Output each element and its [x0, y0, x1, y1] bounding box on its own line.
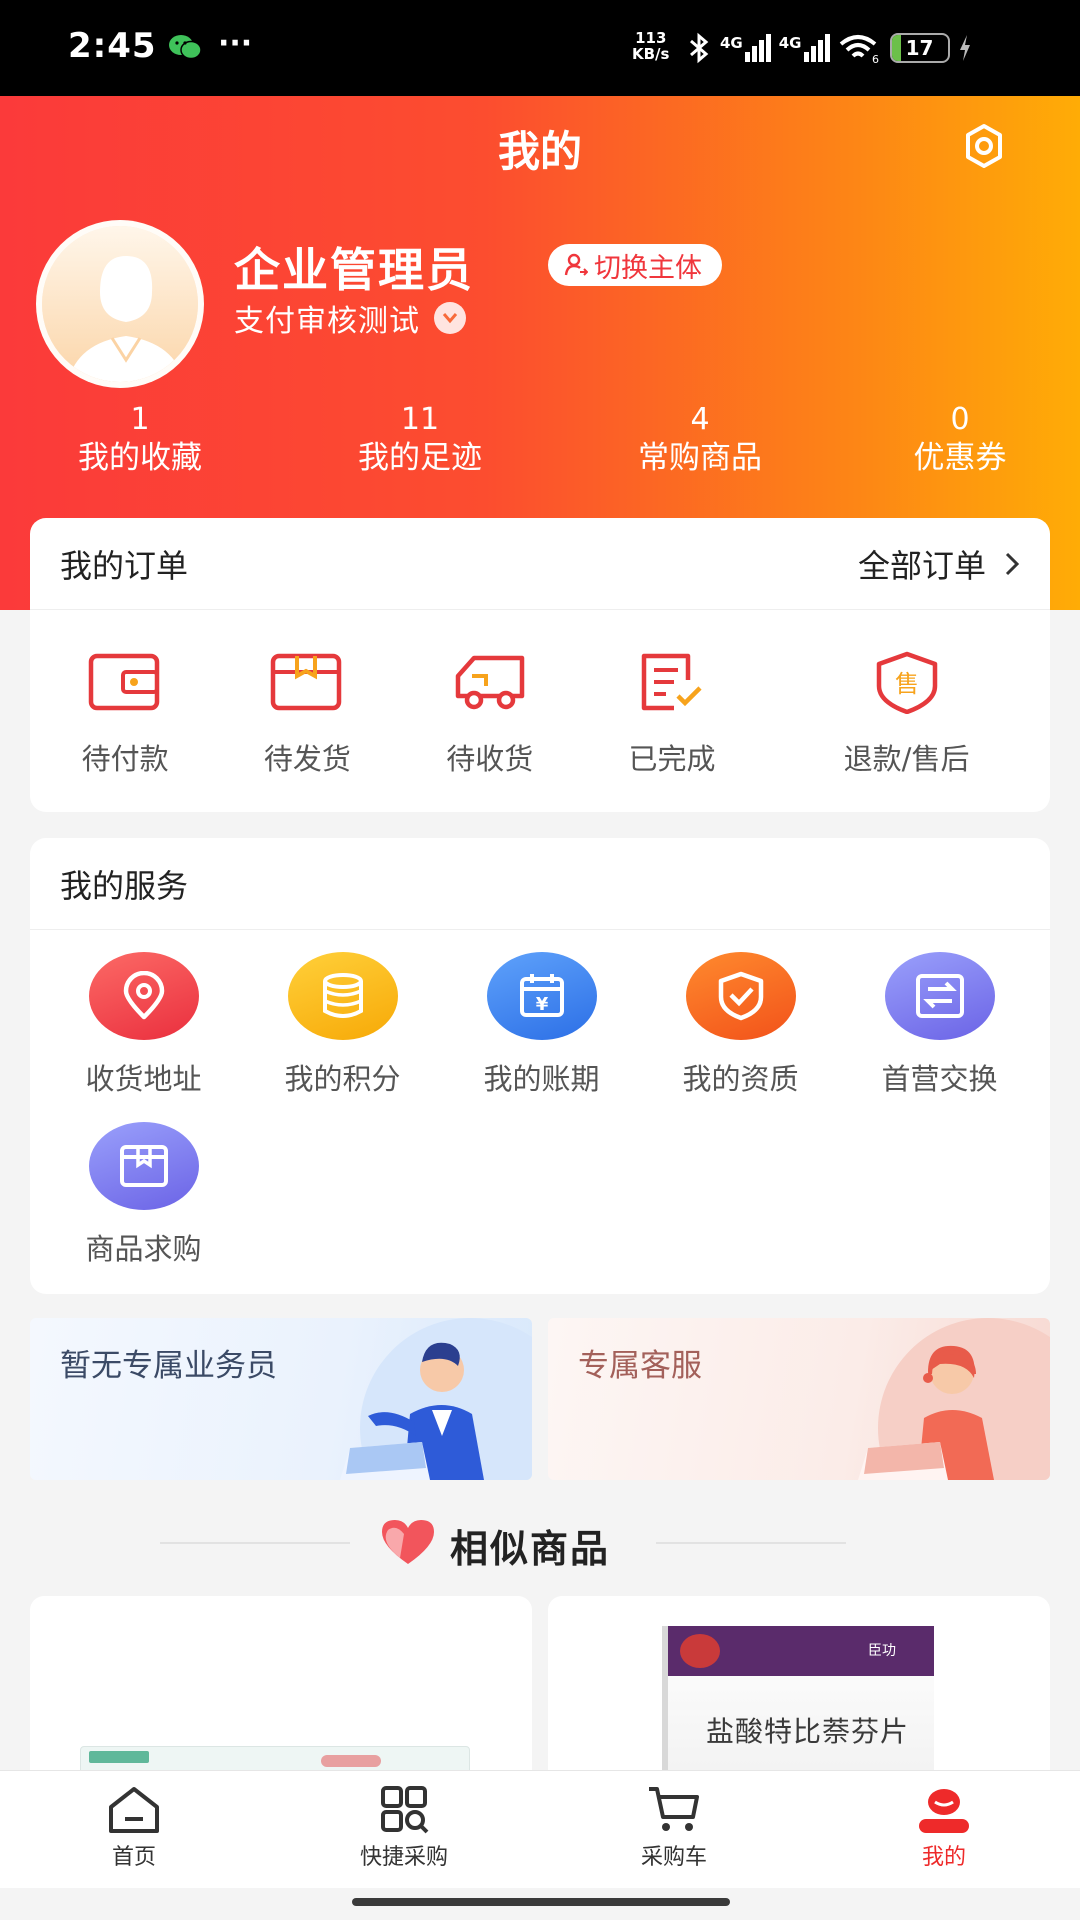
- chevron-right-icon: [1005, 552, 1020, 575]
- battery-icon: 17: [889, 33, 950, 63]
- service-icon-bg: [884, 952, 995, 1040]
- service-first-business-exchange[interactable]: 首营交换: [840, 930, 1039, 1100]
- signal-2-icon: 4G: [779, 34, 830, 62]
- orders-header: 我的订单 全部订单: [30, 518, 1050, 610]
- box-icon: [119, 1145, 168, 1187]
- services-title: 我的服务: [60, 866, 189, 905]
- tab-profile[interactable]: 我的: [844, 1771, 1044, 1889]
- more-notifications-icon: ···: [218, 26, 253, 61]
- gear-icon[interactable]: [958, 120, 1010, 172]
- svg-text:售: 售: [895, 670, 919, 698]
- network-speed: 113 KB/s: [632, 29, 670, 63]
- username: 企业管理员: [234, 243, 474, 297]
- truck-icon: [455, 655, 524, 710]
- default-avatar-icon: [42, 226, 198, 382]
- product-card[interactable]: 臣功 盐酸特比萘芬片: [548, 1596, 1050, 1796]
- order-pending-shipment[interactable]: 待发货: [216, 610, 398, 778]
- salesman-text: 暂无专属业务员: [60, 1348, 277, 1384]
- stats-row: 1 我的收藏 11 我的足迹 4 常购商品 0 优惠券: [0, 402, 1080, 482]
- coins-icon: [322, 973, 363, 1018]
- service-icon-bg: [685, 952, 796, 1040]
- orders-card: 我的订单 全部订单 待付款 待发货 待收货 已完成 售 退款/售后: [30, 518, 1050, 812]
- order-completed[interactable]: 已完成: [581, 610, 763, 778]
- package-icon: [271, 653, 342, 711]
- service-shipping-address[interactable]: 收货地址: [44, 930, 243, 1100]
- wallet-icon: [88, 653, 160, 711]
- svg-text:¥: ¥: [535, 994, 548, 1015]
- chevron-down-icon: [434, 302, 466, 334]
- cart-icon: [649, 1787, 699, 1831]
- divider-right: [656, 1542, 846, 1544]
- customer-service-text: 专属客服: [578, 1348, 702, 1384]
- signal-1-icon: 4G: [720, 34, 771, 62]
- order-refund-after-sales[interactable]: 售 退款/售后: [763, 610, 1050, 778]
- services-card: 我的服务 收货地址 我的积分 ¥ 我的账期 我的资质 首营交换 商品求购: [30, 838, 1050, 1294]
- bluetooth-icon: [690, 32, 709, 64]
- product-card[interactable]: [30, 1596, 532, 1796]
- home-icon: [109, 1787, 159, 1833]
- switch-entity-button[interactable]: 切换主体: [548, 244, 722, 286]
- heart-icon: [382, 1520, 434, 1564]
- order-pending-payment[interactable]: 待付款: [34, 610, 216, 778]
- status-icons: 4G 4G 6 17: [686, 30, 972, 66]
- customer-service-banner[interactable]: 专属客服: [548, 1318, 1050, 1480]
- after-sales-icon: 售: [876, 651, 937, 714]
- shield-check-icon: [718, 971, 763, 1021]
- company-name: 支付审核测试: [234, 304, 420, 339]
- product-name: 盐酸特比萘芬片: [706, 1715, 910, 1748]
- user-switch-icon: [564, 253, 588, 276]
- calendar-yen-icon: ¥: [519, 974, 564, 1017]
- all-orders-link[interactable]: 全部订单: [858, 541, 1020, 587]
- wifi-icon: 6: [839, 35, 879, 64]
- tab-home[interactable]: 首页: [34, 1771, 234, 1889]
- service-icon-bg: [287, 952, 398, 1040]
- service-product-request[interactable]: 商品求购: [44, 1100, 243, 1270]
- stat-favorites[interactable]: 1 我的收藏: [30, 402, 250, 478]
- product-brand: 臣功: [868, 1643, 896, 1659]
- service-my-qualification[interactable]: 我的资质: [641, 930, 840, 1100]
- services-header: 我的服务: [30, 838, 1050, 930]
- svg-text:6: 6: [872, 53, 879, 64]
- page-title: 我的: [497, 127, 582, 176]
- stat-coupons[interactable]: 0 优惠券: [850, 402, 1070, 478]
- similar-products-title: 相似商品: [450, 1527, 611, 1571]
- profile-icon: [919, 1789, 969, 1833]
- bottom-tab-bar: 首页 快捷采购 采购车 我的: [0, 1770, 1080, 1888]
- stat-frequent-products[interactable]: 4 常购商品: [590, 402, 810, 478]
- wechat-icon: [169, 35, 202, 60]
- service-icon-bg: [88, 1122, 199, 1210]
- orders-title: 我的订单: [60, 546, 189, 585]
- charging-icon: [959, 35, 970, 61]
- similar-products-section: 相似商品: [0, 1512, 1080, 1572]
- tab-quick-purchase[interactable]: 快捷采购: [304, 1771, 504, 1889]
- service-icon-bg: ¥: [486, 952, 597, 1040]
- divider-left: [160, 1542, 350, 1544]
- status-time: 2:45: [68, 26, 157, 66]
- service-icon-bg: [88, 952, 199, 1040]
- quick-purchase-icon: [381, 1786, 429, 1834]
- location-pin-icon: [123, 971, 164, 1020]
- brand-logo-icon: [680, 1634, 720, 1668]
- avatar[interactable]: [36, 220, 204, 388]
- order-pending-receipt[interactable]: 待收货: [399, 610, 581, 778]
- service-my-billing-period[interactable]: ¥ 我的账期: [442, 930, 641, 1100]
- salesman-illustration: [340, 1318, 532, 1480]
- company-selector[interactable]: 支付审核测试: [234, 296, 466, 340]
- home-indicator[interactable]: [352, 1898, 730, 1906]
- checklist-icon: [641, 653, 702, 711]
- customer-service-illustration: [858, 1318, 1050, 1480]
- status-bar: 2:45 ··· 113 KB/s 4G 4G 6 17: [0, 0, 1080, 96]
- salesman-banner[interactable]: 暂无专属业务员: [30, 1318, 532, 1480]
- exchange-icon: [915, 974, 964, 1018]
- stat-footprints[interactable]: 11 我的足迹: [310, 402, 530, 478]
- service-my-points[interactable]: 我的积分: [243, 930, 442, 1100]
- tab-cart[interactable]: 采购车: [574, 1771, 774, 1889]
